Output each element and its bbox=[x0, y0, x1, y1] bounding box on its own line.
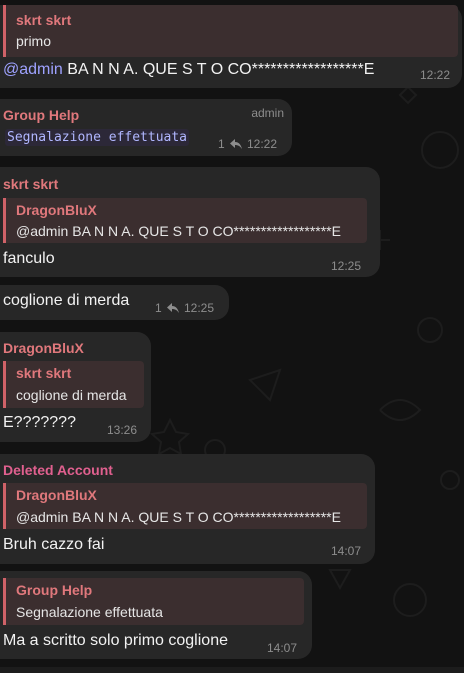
reply-count-value: 1 bbox=[155, 301, 162, 315]
reply-sender-name: Group Help bbox=[16, 582, 93, 598]
reply-arrow-icon bbox=[230, 139, 243, 149]
sender-name[interactable]: DragonBluX bbox=[3, 340, 84, 356]
monospace-text: Segnalazione effettuata bbox=[5, 129, 190, 146]
message-text-body: BA N N A. QUE S T O CO******************… bbox=[62, 61, 375, 78]
message-timestamp: 14:07 bbox=[267, 641, 298, 655]
admin-badge: admin bbox=[251, 106, 284, 120]
reply-quote[interactable]: DragonBluX @admin BA N N A. QUE S T O CO… bbox=[3, 483, 367, 529]
reply-count[interactable]: 1 bbox=[218, 137, 243, 151]
admin-mention[interactable]: @admin bbox=[3, 61, 63, 78]
message-timestamp: 12:25 bbox=[184, 301, 215, 315]
sender-name[interactable]: Group Help bbox=[3, 107, 79, 123]
message-bubble[interactable]: coglione di merda 1 12:25 bbox=[0, 285, 229, 320]
sender-name[interactable]: Deleted Account bbox=[3, 462, 113, 478]
reply-sender-name: DragonBluX bbox=[16, 487, 97, 503]
message-bubble[interactable]: Group Help Segnalazione effettuata Ma a … bbox=[0, 571, 312, 659]
message-bubble[interactable]: Deleted Account DragonBluX @admin BA N N… bbox=[0, 454, 375, 564]
message-text: fanculo bbox=[3, 250, 55, 267]
message-bubble[interactable]: skrt skrt DragonBluX @admin BA N N A. QU… bbox=[0, 167, 380, 277]
message-text: Bruh cazzo fai bbox=[3, 536, 105, 553]
message-bubble[interactable]: Group Help admin Segnalazione effettuata… bbox=[0, 99, 292, 156]
reply-sender-name: skrt skrt bbox=[16, 365, 72, 381]
message-bubble[interactable]: skrt skrt primo @admin BA N N A. QUE S T… bbox=[0, 5, 462, 88]
reply-quote[interactable]: skrt skrt coglione di merda bbox=[3, 361, 144, 408]
message-text: E??????? bbox=[3, 414, 76, 431]
reply-text: primo bbox=[16, 33, 52, 49]
reply-text: @admin BA N N A. QUE S T O CO***********… bbox=[16, 223, 341, 239]
message-text: @admin BA N N A. QUE S T O CO***********… bbox=[3, 61, 374, 79]
message-text: coglione di merda bbox=[3, 292, 130, 309]
reply-arrow-icon bbox=[167, 303, 180, 313]
message-timestamp: 12:22 bbox=[247, 137, 278, 151]
reply-quote[interactable]: skrt skrt primo bbox=[3, 5, 458, 57]
message-timestamp: 14:07 bbox=[331, 544, 362, 558]
sender-name[interactable]: skrt skrt bbox=[3, 176, 58, 192]
bottom-bar bbox=[0, 667, 464, 673]
message-timestamp: 12:22 bbox=[419, 68, 450, 82]
reply-text: coglione di merda bbox=[16, 387, 127, 403]
reply-sender-name: DragonBluX bbox=[16, 202, 97, 218]
message-timestamp: 13:26 bbox=[107, 423, 138, 437]
reply-quote[interactable]: Group Help Segnalazione effettuata bbox=[3, 578, 304, 625]
message-text: Ma a scritto solo primo coglione bbox=[3, 632, 228, 649]
reply-text: Segnalazione effettuata bbox=[16, 604, 163, 620]
reply-count-value: 1 bbox=[218, 137, 225, 151]
reply-sender-name: skrt skrt bbox=[16, 12, 72, 28]
message-bubble[interactable]: DragonBluX skrt skrt coglione di merda E… bbox=[0, 332, 151, 442]
reply-text: @admin BA N N A. QUE S T O CO***********… bbox=[16, 509, 341, 525]
message-timestamp: 12:25 bbox=[331, 259, 362, 273]
reply-quote[interactable]: DragonBluX @admin BA N N A. QUE S T O CO… bbox=[3, 198, 367, 243]
reply-count[interactable]: 1 bbox=[155, 301, 180, 315]
